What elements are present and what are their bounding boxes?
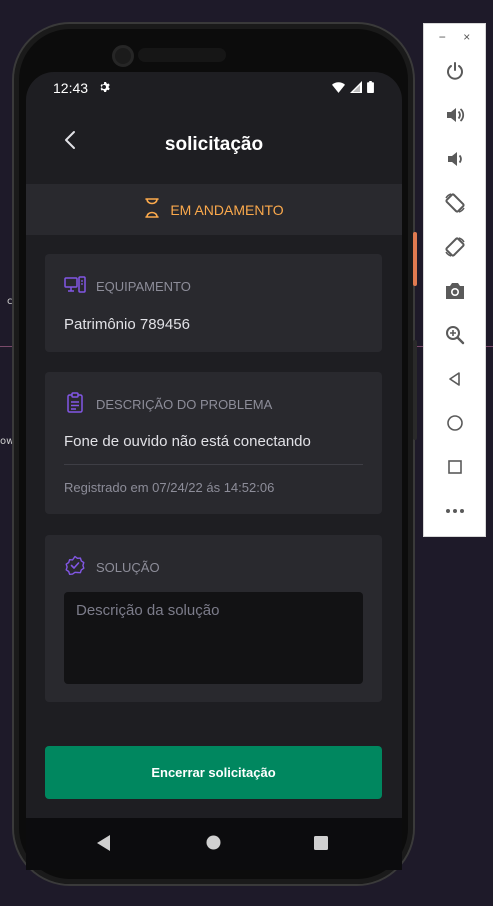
clipboard-icon [64, 392, 86, 417]
status-bar: 12:43 [26, 72, 402, 104]
settings-gear-icon [98, 80, 110, 96]
overview-square-icon[interactable] [441, 453, 469, 481]
power-icon[interactable] [441, 57, 469, 85]
earpiece-speaker [138, 48, 226, 62]
back-button[interactable] [60, 128, 82, 152]
front-camera [112, 45, 134, 67]
phone-screen: 12:43 solicitação EM ANDAMENTO EQUIPAMEN… [26, 72, 402, 870]
home-circle-icon[interactable] [441, 409, 469, 437]
solution-heading: SOLUÇÃO [64, 555, 160, 580]
camera-icon[interactable] [441, 277, 469, 305]
problem-heading: DESCRIÇÃO DO PROBLEMA [64, 392, 272, 417]
status-label: EM ANDAMENTO [170, 201, 284, 218]
volume-rocker[interactable] [413, 340, 417, 440]
zoom-in-icon[interactable] [441, 321, 469, 349]
volume-down-icon[interactable] [441, 145, 469, 173]
status-banner: EM ANDAMENTO [26, 184, 402, 235]
power-button[interactable] [413, 232, 417, 286]
card-divider [64, 464, 363, 465]
battery-icon [367, 80, 374, 96]
android-nav-bar [26, 818, 402, 870]
emulator-toolbar: − × [423, 23, 486, 537]
nav-recents-icon[interactable] [314, 836, 328, 855]
status-time: 12:43 [53, 80, 89, 96]
page-title: solicitação [164, 134, 264, 155]
close-request-button[interactable]: Encerrar solicitação [45, 746, 382, 799]
panel-window-controls: − × [424, 24, 485, 50]
chevron-left-icon [65, 131, 75, 149]
rotate-right-icon[interactable] [441, 233, 469, 261]
minimize-button[interactable]: − [439, 30, 446, 44]
nav-home-icon[interactable] [206, 835, 221, 855]
verified-badge-icon [64, 555, 86, 580]
equipment-card: EQUIPAMENTO Patrimônio 789456 [45, 254, 382, 352]
hourglass-icon [144, 198, 160, 221]
wifi-icon [332, 80, 345, 96]
registered-timestamp: Registrado em 07/24/22 ás 14:52:06 [64, 480, 275, 495]
problem-card: DESCRIÇÃO DO PROBLEMA Fone de ouvido não… [45, 372, 382, 514]
rotate-left-icon[interactable] [441, 189, 469, 217]
volume-up-icon[interactable] [441, 101, 469, 129]
close-button[interactable]: × [463, 30, 470, 44]
desktop-computer-icon [64, 275, 86, 298]
back-triangle-icon[interactable] [441, 365, 469, 393]
signal-icon [350, 80, 362, 96]
solution-card: SOLUÇÃO [45, 535, 382, 702]
app-header: solicitação [26, 104, 402, 184]
nav-back-icon[interactable] [97, 835, 111, 856]
more-options-icon[interactable] [441, 497, 469, 525]
equipment-value: Patrimônio 789456 [64, 316, 190, 333]
equipment-heading: EQUIPAMENTO [64, 275, 191, 298]
solution-input[interactable] [64, 592, 363, 684]
problem-value: Fone de ouvido não está conectando [64, 433, 311, 450]
